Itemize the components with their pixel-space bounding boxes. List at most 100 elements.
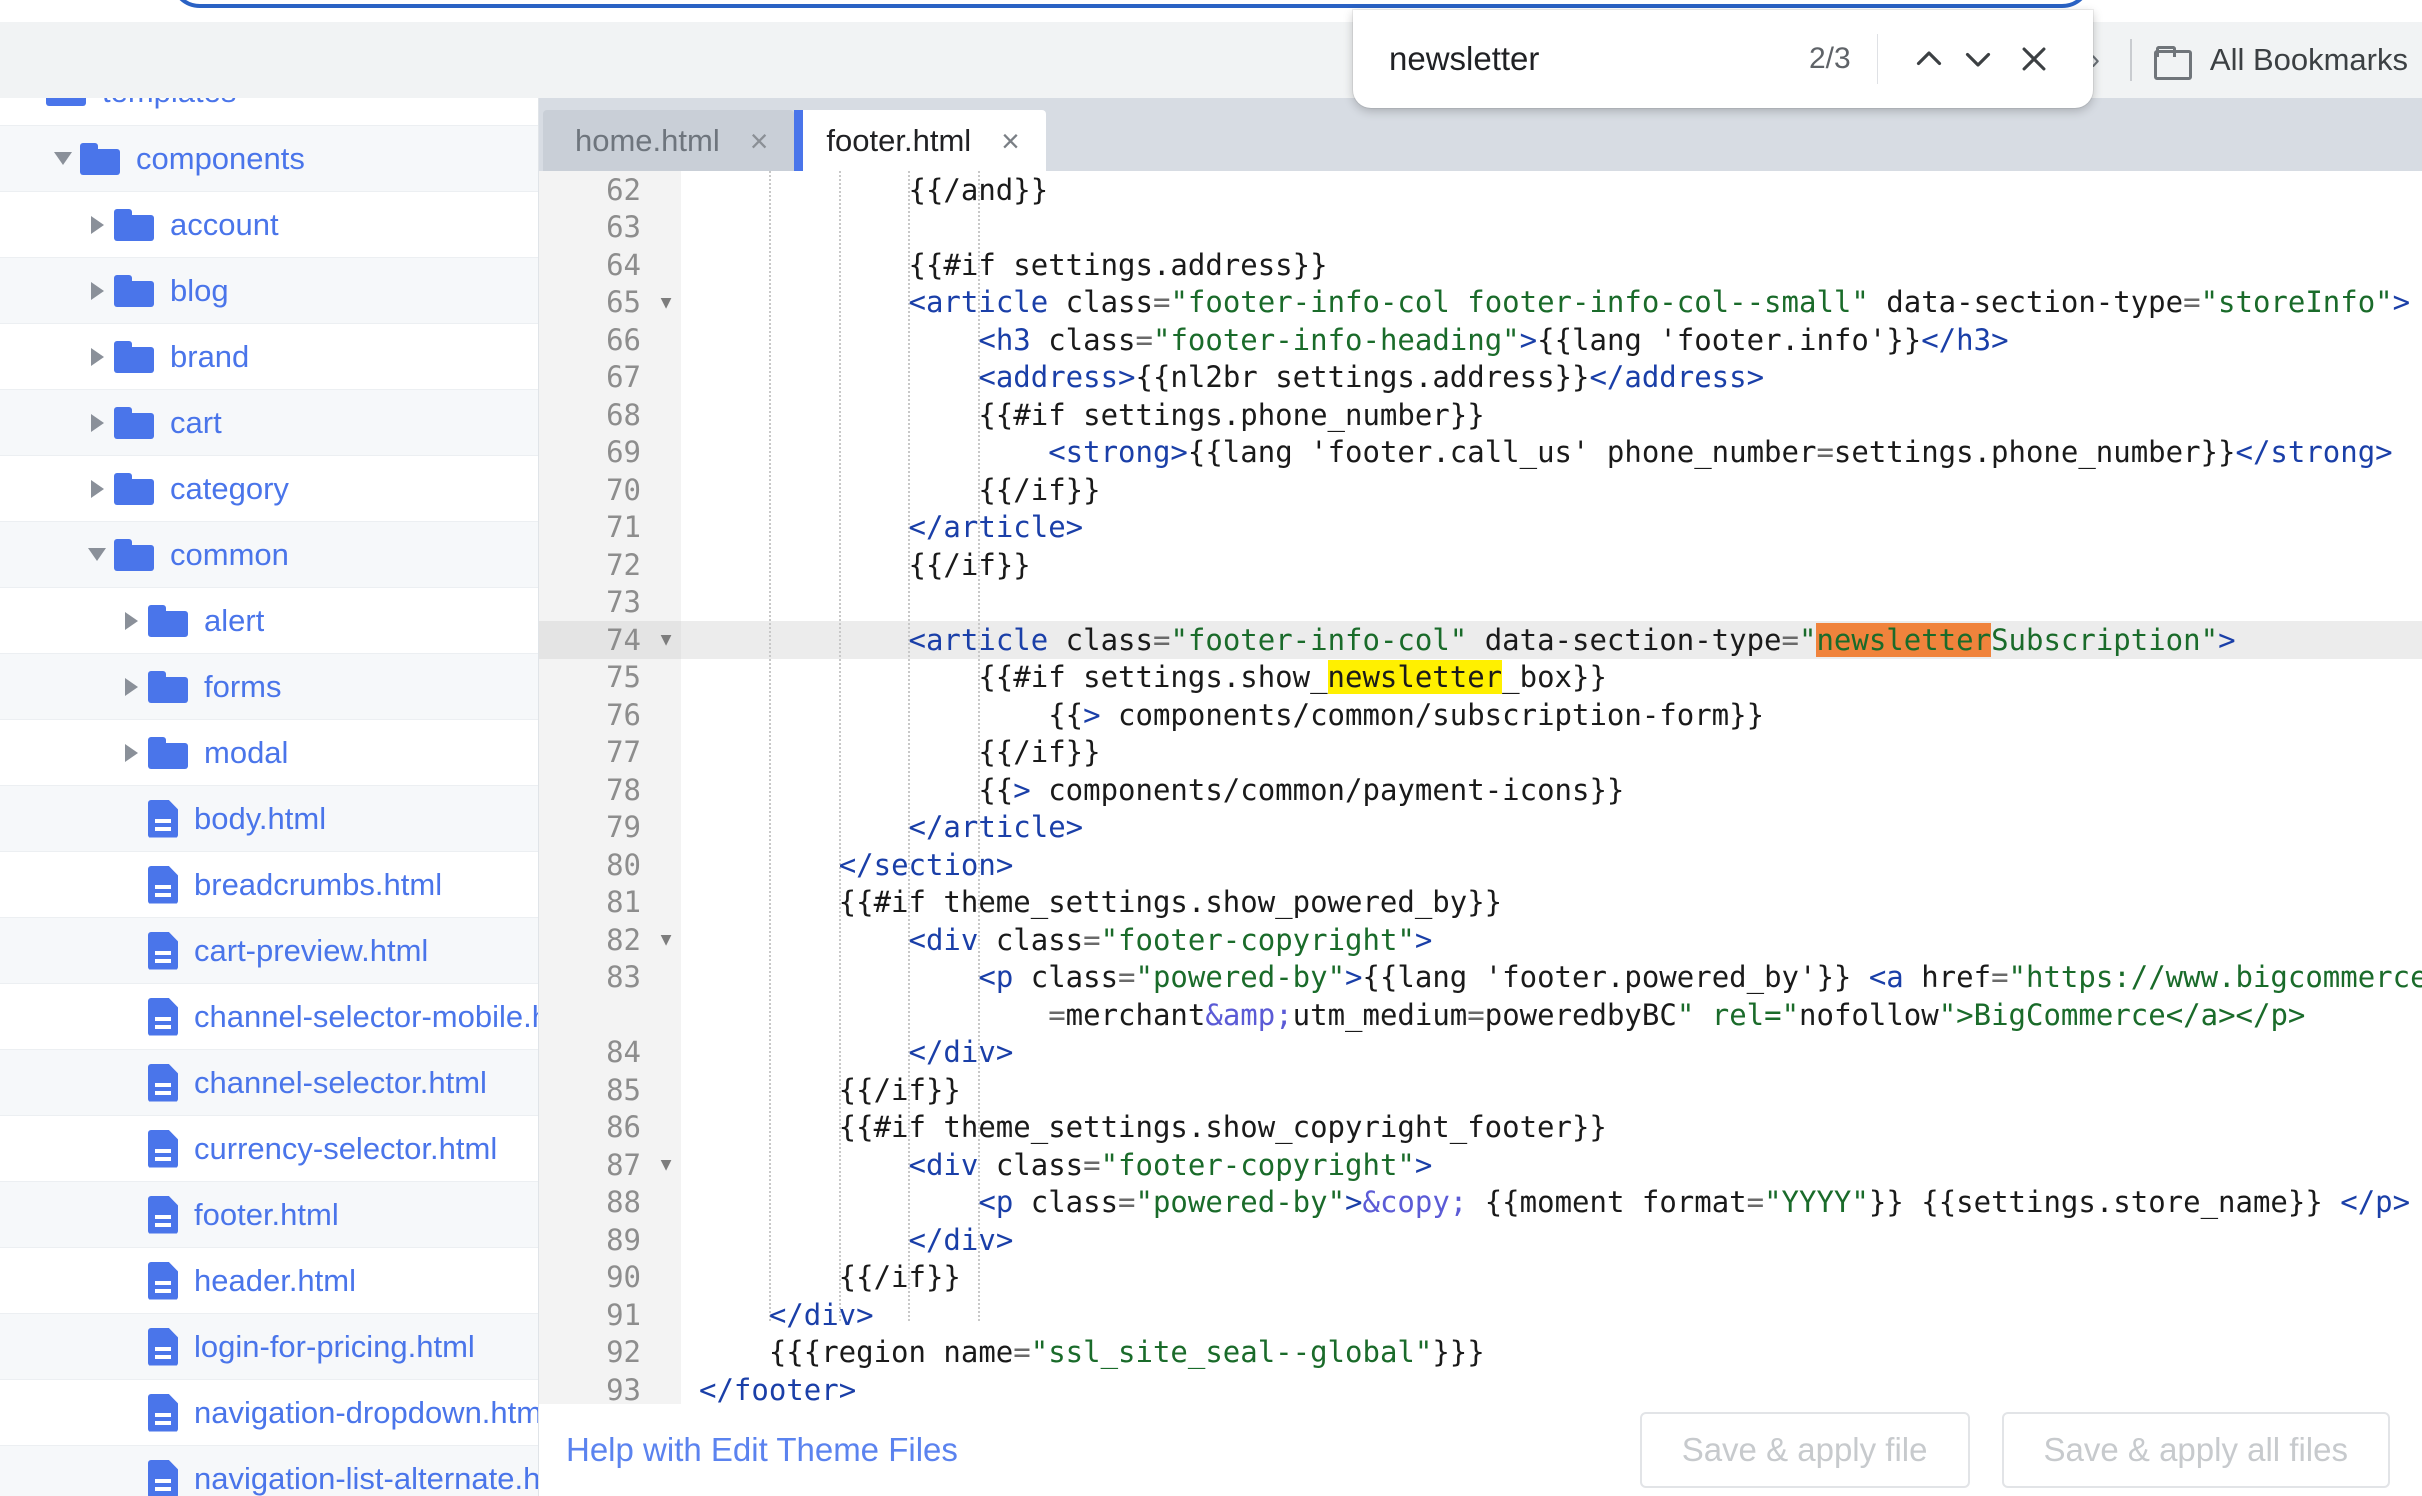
editor-tab-home-html[interactable]: home.html × [543, 110, 795, 171]
tree-item-body-html[interactable]: body.html [0, 786, 538, 852]
code-line[interactable]: 67 <address>{{nl2br settings.address}}</… [539, 358, 2422, 396]
code-line[interactable]: 63 [539, 208, 2422, 246]
chevron-right-icon[interactable] [80, 282, 114, 300]
fold-toggle-icon[interactable]: ▼ [651, 621, 681, 659]
code-line[interactable]: 66 <h3 class="footer-info-heading">{{lan… [539, 321, 2422, 359]
tree-item-login-for-pricing-html[interactable]: login-for-pricing.html [0, 1314, 538, 1380]
tree-item-alert[interactable]: alert [0, 588, 538, 654]
code-line[interactable]: 69 <strong>{{lang 'footer.call_us' phone… [539, 433, 2422, 471]
code-line-text: <article class="footer-info-col" data-se… [908, 622, 2236, 657]
chevron-right-icon[interactable] [114, 678, 148, 696]
code-line[interactable]: 79 </article> [539, 808, 2422, 846]
fold-toggle-icon[interactable]: ▼ [651, 1146, 681, 1184]
code-line[interactable]: 72 {{/if}} [539, 546, 2422, 584]
code-line[interactable]: 73 [539, 583, 2422, 621]
find-close-button[interactable] [2003, 28, 2065, 90]
tree-item-brand[interactable]: brand [0, 324, 538, 390]
code-line[interactable]: 84 </div> [539, 1033, 2422, 1071]
code-line[interactable]: 62 {{/and}} [539, 171, 2422, 209]
code-line[interactable]: 68 {{#if settings.phone_number}} [539, 396, 2422, 434]
code-line[interactable]: 82 ▼ <div class="footer-copyright"> [539, 921, 2422, 959]
tree-item-forms[interactable]: forms [0, 654, 538, 720]
code-line[interactable]: 83 <p class="powered-by">{{lang 'footer.… [539, 958, 2422, 996]
tree-item-label: body.html [194, 800, 327, 836]
tree-item-header-html[interactable]: header.html [0, 1248, 538, 1314]
help-link[interactable]: Help with Edit Theme Files [566, 1431, 958, 1469]
find-previous-button[interactable] [1904, 28, 1953, 90]
fold-toggle-icon[interactable]: ▼ [651, 921, 681, 959]
code-line[interactable]: 70 {{/if}} [539, 471, 2422, 509]
tree-item-account[interactable]: account [0, 192, 538, 258]
fold-toggle-icon[interactable]: ▼ [651, 283, 681, 321]
code-line[interactable]: 64 {{#if settings.address}} [539, 246, 2422, 284]
code-line[interactable]: 65 ▼ <article class="footer-info-col foot… [539, 283, 2422, 321]
chevron-right-icon[interactable] [80, 414, 114, 432]
tree-item-cart[interactable]: cart [0, 390, 538, 456]
code-line[interactable]: 87 ▼ <div class="footer-copyright"> [539, 1146, 2422, 1184]
folder-icon [2153, 46, 2192, 80]
tree-item-channel-selector-mobile-html[interactable]: channel-selector-mobile.html [0, 984, 538, 1050]
fold-spacer [651, 1108, 681, 1146]
tree-item-navigation-dropdown-html[interactable]: navigation-dropdown.html [0, 1380, 538, 1446]
chevron-right-icon[interactable] [80, 480, 114, 498]
code-line[interactable]: 71 </article> [539, 508, 2422, 546]
all-bookmarks-button[interactable]: All Bookmarks [2210, 42, 2408, 78]
file-tree-sidebar[interactable]: templates components account blog brand cart c… [0, 98, 539, 1496]
save-apply-file-button[interactable]: Save & apply file [1639, 1412, 1970, 1488]
code-line[interactable]: 80 </section> [539, 846, 2422, 884]
code-line[interactable]: 81 {{#if theme_settings.show_powered_by}… [539, 883, 2422, 921]
chevron-right-icon[interactable] [80, 348, 114, 366]
tree-item-components[interactable]: components [0, 126, 538, 192]
line-number: 91 [539, 1296, 651, 1334]
line-number: 64 [539, 246, 651, 284]
chevron-right-icon[interactable] [114, 612, 148, 630]
code-line[interactable]: 78 {{> components/common/payment-icons}} [539, 771, 2422, 809]
find-input[interactable] [1389, 40, 1809, 78]
code-line[interactable]: 77 {{/if}} [539, 733, 2422, 771]
tree-item-label: footer.html [194, 1196, 339, 1232]
code-line[interactable]: 91 </div> [539, 1296, 2422, 1334]
find-next-button[interactable] [1954, 28, 2003, 90]
tree-item-navigation-list-alternate-html[interactable]: navigation-list-alternate.html [0, 1446, 538, 1496]
code-line[interactable]: 85 {{/if}} [539, 1071, 2422, 1109]
chevron-right-icon[interactable] [114, 744, 148, 762]
code-line[interactable]: 93 </footer> [539, 1371, 2422, 1404]
folder-icon [114, 274, 154, 307]
tree-item-label: header.html [194, 1262, 356, 1298]
chevron-down-icon[interactable] [46, 152, 80, 165]
save-apply-all-files-button[interactable]: Save & apply all files [2001, 1412, 2390, 1488]
code-line[interactable]: 90 {{/if}} [539, 1258, 2422, 1296]
editor-tab-footer-html[interactable]: footer.html × [794, 110, 1046, 171]
code-line[interactable]: 86 {{#if theme_settings.show_copyright_f… [539, 1108, 2422, 1146]
fold-spacer [651, 246, 681, 284]
chevron-down-icon[interactable] [80, 548, 114, 561]
line-number: 85 [539, 1071, 651, 1109]
code-line[interactable]: 88 <p class="powered-by">&copy; {{moment… [539, 1183, 2422, 1221]
close-icon[interactable]: × [997, 123, 1024, 159]
tree-item-cart-preview-html[interactable]: cart-preview.html [0, 918, 538, 984]
code-line[interactable]: 75 {{#if settings.show_newsletter_box}} [539, 658, 2422, 696]
code-line[interactable]: 92 {{{region name="ssl_site_seal--global… [539, 1333, 2422, 1371]
chevron-right-icon[interactable] [80, 216, 114, 234]
line-number: 83 [539, 958, 651, 996]
address-bar[interactable] [170, 0, 2092, 8]
tree-item-category[interactable]: category [0, 456, 538, 522]
code-line[interactable]: 76 {{> components/common/subscription-fo… [539, 696, 2422, 734]
tree-item-currency-selector-html[interactable]: currency-selector.html [0, 1116, 538, 1182]
close-icon[interactable]: × [746, 123, 773, 159]
tree-item-channel-selector-html[interactable]: channel-selector.html [0, 1050, 538, 1116]
code-line[interactable]: =merchant&amp;utm_medium=poweredbyBC" re… [539, 996, 2422, 1034]
code-line-text: {{#if settings.show_newsletter_box}} [699, 660, 1607, 695]
tree-item-templates[interactable]: templates [0, 98, 538, 126]
line-number: 71 [539, 508, 651, 546]
code-editor[interactable]: 62 {{/and}} 63 64 {{#if settings.address}}… [539, 171, 2422, 1404]
code-line[interactable]: 74 ▼ <article class="footer-info-col" dat… [539, 621, 2422, 659]
tree-item-footer-html[interactable]: footer.html [0, 1182, 538, 1248]
tree-item-common[interactable]: common [0, 522, 538, 588]
tree-item-breadcrumbs-html[interactable]: breadcrumbs.html [0, 852, 538, 918]
tree-item-blog[interactable]: blog [0, 258, 538, 324]
tree-item-modal[interactable]: modal [0, 720, 538, 786]
code-line[interactable]: 89 </div> [539, 1221, 2422, 1259]
line-number: 69 [539, 433, 651, 471]
line-number: 63 [539, 208, 651, 246]
